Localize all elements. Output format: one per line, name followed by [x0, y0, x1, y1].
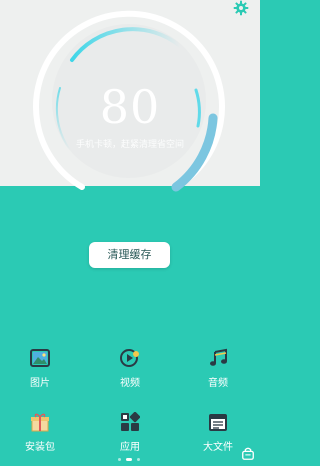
clean-cache-button[interactable]: 清理缓存 [89, 242, 170, 268]
page-dot [118, 458, 121, 461]
category-audio-label: 音频 [208, 378, 228, 389]
storage-hint-text: 手机卡顿，赶紧清理省空间 [75, 140, 184, 150]
page-dot-active [126, 458, 132, 461]
category-packages-label: 安装包 [25, 442, 55, 453]
gift-box-icon [31, 413, 49, 432]
storage-score: 80 [99, 80, 161, 134]
category-videos-label: 视频 [120, 378, 140, 389]
document-icon [209, 414, 227, 431]
category-images-label: 图片 [30, 378, 50, 389]
category-audio[interactable]: 音频 [183, 348, 253, 389]
basket-icon[interactable] [241, 447, 255, 461]
category-packages[interactable]: 安装包 [5, 412, 75, 453]
music-note-icon [210, 348, 227, 366]
category-images[interactable]: 图片 [5, 348, 75, 389]
category-apps[interactable]: 应用 [95, 412, 165, 453]
category-videos[interactable]: 视频 [95, 348, 165, 389]
video-icon [120, 349, 139, 367]
image-icon [30, 349, 50, 367]
category-apps-label: 应用 [120, 442, 140, 453]
page-dot [137, 458, 140, 461]
page-indicator [118, 458, 142, 462]
app-grid-icon [121, 412, 140, 431]
